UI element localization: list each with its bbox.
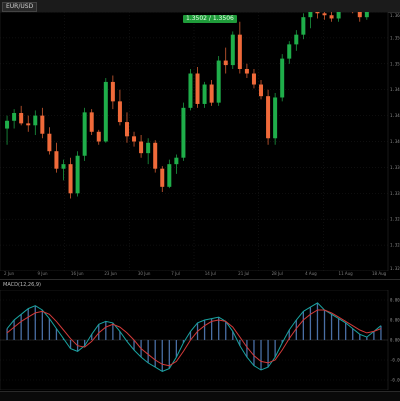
bull-candle: [294, 34, 299, 45]
bull-candle: [5, 120, 10, 129]
bull-candle: [146, 142, 151, 154]
bull-candle: [230, 34, 235, 66]
bull-candle: [280, 58, 285, 98]
bear-candle: [153, 142, 158, 169]
bull-candle: [61, 164, 66, 169]
bear-candle: [209, 84, 214, 103]
time-axis-label: 30 Jun: [137, 271, 151, 276]
bull-candle: [82, 112, 87, 156]
time-axis-label: 21 Jul: [238, 271, 250, 276]
bull-candle: [301, 17, 306, 35]
price-axis-label: 1.3360: [390, 165, 400, 170]
price-axis-label: 1.3320: [390, 191, 400, 196]
bull-candle: [33, 115, 38, 126]
bear-candle: [110, 81, 115, 102]
price-badge: 1.3502 / 1.3506: [183, 15, 237, 23]
bull-candle: [181, 107, 186, 158]
osc-axis-label: -0.0015: [390, 358, 400, 363]
price-axis-label: 1.3440: [390, 113, 400, 118]
time-axis: 2 Jun 9 Jun 16 Jun 23 Jun 30 Jun 7 Jul 14 Jul 2…: [0, 271, 388, 278]
price-axis-label: 1.3280: [390, 217, 400, 222]
price-axis-label: 1.3200: [390, 266, 400, 271]
time-axis-label: 23 Jun: [104, 271, 117, 276]
time-axis-label: 11 Aug: [338, 271, 353, 276]
bull-candle: [12, 113, 17, 121]
bear-candle: [132, 136, 137, 142]
symbol-tab[interactable]: EUR/USD: [2, 2, 38, 12]
time-axis-label: 28 Jul: [271, 271, 283, 276]
bull-candle: [103, 81, 108, 142]
bear-candle: [139, 141, 144, 154]
bear-candle: [237, 34, 242, 69]
price-axis-label: 1.3240: [390, 243, 400, 248]
bear-candle: [266, 96, 271, 139]
bear-candle: [117, 101, 122, 123]
bull-candle: [364, 12, 369, 18]
bull-candle: [287, 44, 292, 59]
bear-candle: [96, 131, 101, 142]
bear-candle: [124, 122, 129, 137]
bull-candle: [202, 84, 207, 104]
bear-candle: [54, 151, 59, 169]
price-axis-label: 1.3600: [390, 13, 400, 18]
bear-candle: [322, 13, 327, 16]
bear-candle: [223, 60, 228, 66]
bull-candle: [273, 97, 278, 139]
bear-candle: [160, 168, 165, 187]
time-axis-label: 7 Jul: [171, 271, 180, 276]
osc-axis-label: 0.0015: [390, 318, 400, 323]
bear-candle: [195, 73, 200, 104]
bear-candle: [40, 115, 45, 134]
bear-candle: [357, 12, 362, 18]
price-chart[interactable]: 1.3600 1.3560 1.3520 1.3480 1.3440 1.3400 1.33…: [0, 12, 400, 271]
oscillator-chart[interactable]: 0.0030 0.0015 0.0000 -0.0015 -0.0030: [0, 290, 400, 390]
bull-candle: [188, 73, 193, 108]
bear-candle: [47, 133, 52, 152]
price-axis-label: 1.3560: [390, 35, 400, 40]
osc-axis-label: -0.0030: [390, 378, 400, 383]
bull-candle: [174, 157, 179, 165]
indicator-title: MACD(12,26,9): [3, 282, 41, 288]
bull-candle: [167, 164, 172, 187]
bear-candle: [19, 113, 24, 124]
price-axis-label: 1.3480: [390, 87, 400, 92]
price-axis-label: 1.3400: [390, 139, 400, 144]
bear-candle: [259, 84, 264, 97]
bear-candle: [89, 112, 94, 132]
time-axis-label: 16 Jun: [70, 271, 84, 276]
bear-candle: [26, 123, 31, 126]
time-axis-label: 18 Aug: [372, 271, 387, 276]
pane-divider[interactable]: [0, 279, 400, 280]
time-axis-label: 9 Jun: [37, 271, 48, 276]
bear-candle: [68, 164, 73, 194]
osc-axis-label: 0.0000: [390, 338, 400, 343]
time-axis-label: 2 Jun: [4, 271, 15, 276]
bear-candle: [329, 15, 334, 19]
bull-candle: [75, 155, 80, 194]
time-axis-label: 4 Aug: [305, 271, 317, 276]
bear-candle: [315, 12, 320, 14]
bull-candle: [216, 60, 221, 103]
bear-candle: [244, 68, 249, 74]
bull-candle: [336, 12, 341, 19]
bear-candle: [251, 73, 256, 85]
price-axis-label: 1.3520: [390, 61, 400, 66]
time-axis-label: 14 Jul: [204, 271, 216, 276]
bull-candle: [308, 12, 313, 18]
osc-axis-label: 0.0030: [390, 298, 400, 303]
